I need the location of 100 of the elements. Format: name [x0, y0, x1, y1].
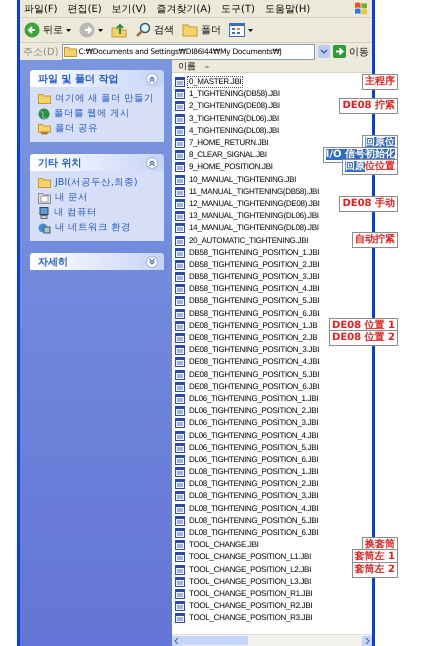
file-name[interactable]: 13_MANUAL_TIGHTENING(DL06).JBI — [187, 210, 321, 222]
file-name[interactable]: DB58_TIGHTENING_POSITION_2.JBI — [187, 258, 322, 271]
annotation-label: 自动拧紧 — [352, 232, 398, 248]
file-name[interactable]: DE08_TIGHTENING_POSITION_3.JBI — [187, 344, 322, 356]
up-button[interactable] — [111, 22, 127, 38]
shared-folder-icon — [38, 122, 51, 134]
file-icon — [175, 101, 185, 112]
computer-icon — [38, 206, 50, 218]
file-name[interactable]: 12_MANUAL_TIGHTENING(DE08).JBI — [187, 198, 322, 210]
annotation-label: 回原位位置 — [342, 159, 398, 176]
file-name[interactable]: 8_CLEAR_SIGNAL.JBI — [187, 149, 269, 162]
search-button[interactable]: 검색 — [135, 22, 174, 38]
file-name[interactable]: DL06_TIGHTENING_POSITION_2.JBI — [187, 405, 320, 418]
folder-up-icon — [111, 22, 127, 38]
file-name[interactable]: 10_MANUAL_TIGHTENING.JBI — [187, 174, 298, 186]
file-name[interactable]: DL06_TIGHTENING_POSITION_3.JBI — [187, 417, 320, 430]
column-header[interactable]: 이름 — [172, 60, 372, 73]
file-icon — [175, 564, 185, 575]
file-name[interactable]: 0_MASTER.JBI — [187, 76, 244, 88]
folders-button[interactable]: 폴더 — [182, 23, 221, 37]
file-name[interactable]: DL06_TIGHTENING_POSITION_4.JBI — [187, 430, 320, 442]
file-name[interactable]: 14_MANUAL_TIGHTENING(DL08).JBI — [187, 222, 321, 234]
back-button[interactable]: 뒤로 — [24, 22, 71, 38]
file-name[interactable]: DL08_TIGHTENING_POSITION_6.JBI — [187, 527, 320, 540]
menu-item[interactable]: 도움말(H) — [264, 2, 310, 16]
file-name[interactable]: 9_HOME_POSITION.JBI — [187, 161, 275, 174]
menu-item[interactable]: 보기(V) — [112, 2, 146, 16]
dropdown-caret-icon — [66, 28, 71, 32]
task-link[interactable]: 내 문서 — [38, 191, 158, 204]
task-link[interactable]: 폴더 공유 — [38, 122, 158, 135]
menu-item[interactable]: 편집(E) — [68, 2, 102, 16]
document-folder-icon — [38, 192, 51, 204]
horizontal-scrollbar[interactable] — [172, 634, 372, 646]
annotation-label: DE08 拧紧 — [339, 98, 398, 114]
collapse-icon[interactable] — [146, 156, 158, 168]
file-name[interactable]: TOOL_CHANGE.JBI — [187, 539, 261, 552]
scroll-left-icon[interactable] — [172, 636, 182, 646]
file-name[interactable]: TOOL_CHANGE_POSITION_R3.JBI — [187, 612, 314, 624]
file-name[interactable]: TOOL_CHANGE_POSITION_R1.JBI — [187, 588, 314, 600]
file-name[interactable]: TOOL_CHANGE_POSITION_L1.JBI — [187, 551, 314, 564]
file-name[interactable]: DL06_TIGHTENING_POSITION_5.JBI — [187, 442, 320, 454]
panel-header[interactable]: 자세히 — [30, 253, 164, 270]
file-name[interactable]: DB58_TIGHTENING_POSITION_3.JBI — [187, 271, 322, 284]
file-name[interactable]: 11_MANUAL_TIGHTENING(DB58).JBI — [187, 186, 321, 198]
file-icon — [175, 454, 185, 465]
file-name[interactable]: DE08_TIGHTENING_POSITION_5.JBI — [187, 368, 322, 381]
collapse-icon[interactable] — [146, 72, 158, 84]
file-name[interactable]: 4_TIGHTENING(DL08).JBI — [187, 124, 281, 137]
file-name[interactable]: DL08_TIGHTENING_POSITION_5.JBI — [187, 514, 320, 527]
file-name[interactable]: TOOL_CHANGE_POSITION_L3.JBI — [187, 576, 314, 588]
task-link[interactable]: 여기에 새 폴더 만들기 — [38, 92, 158, 105]
file-icon — [175, 162, 185, 172]
panel-header[interactable]: 파일 및 폴더 작업 — [30, 70, 164, 87]
file-icon — [175, 223, 185, 234]
expand-icon[interactable] — [146, 256, 158, 268]
task-link[interactable]: 내 컴퓨터 — [38, 206, 158, 219]
forward-button[interactable] — [79, 22, 103, 38]
file-name[interactable]: DB58_TIGHTENING_POSITION_5.JBI — [187, 295, 322, 308]
file-name[interactable]: DL08_TIGHTENING_POSITION_3.JBI — [187, 490, 320, 502]
file-icon — [175, 138, 185, 148]
file-name[interactable]: DE08_TIGHTENING_POSITION_2.JB — [187, 332, 320, 344]
views-button[interactable] — [229, 23, 253, 37]
dropdown-icon[interactable] — [318, 45, 330, 58]
file-icon — [175, 601, 185, 612]
annotation-label: DE08 位置 2 — [329, 330, 398, 346]
go-button[interactable]: 이동 — [333, 44, 369, 58]
file-name[interactable]: TOOL_CHANGE_POSITION_R2.JBI — [187, 600, 314, 612]
file-name[interactable]: 2_TIGHTENING(DE08).JBI — [187, 100, 282, 112]
file-icon — [175, 479, 185, 490]
scroll-right-icon[interactable] — [362, 636, 372, 646]
scroll-thumb[interactable] — [182, 636, 248, 645]
file-name[interactable]: DL08_TIGHTENING_POSITION_1.JBI — [187, 466, 320, 478]
task-link[interactable]: JBI(서공두산,최종) — [38, 176, 158, 189]
file-icon — [175, 491, 185, 502]
task-link[interactable]: 폴더를 웹에 게시 — [38, 107, 158, 120]
file-icon — [175, 126, 185, 136]
file-name[interactable]: 7_HOME_RETURN.JBI — [187, 137, 270, 150]
file-name[interactable]: DL08_TIGHTENING_POSITION_4.JBI — [187, 502, 320, 515]
file-name[interactable]: DE08_TIGHTENING_POSITION_1.JB — [187, 320, 320, 332]
file-icon — [175, 394, 185, 404]
file-name[interactable]: DE08_TIGHTENING_POSITION_6.JBI — [187, 380, 322, 393]
file-name[interactable]: TOOL_CHANGE_POSITION_L2.JBI — [187, 564, 314, 576]
file-name[interactable]: 3_TIGHTENING(DL06).JBI — [187, 112, 281, 125]
menu-item[interactable]: 도구(T) — [221, 2, 255, 16]
file-name[interactable]: 1_TIGHTENING(DB58).JBI — [187, 88, 282, 100]
file-name[interactable]: DB58_TIGHTENING_POSITION_4.JBI — [187, 283, 322, 296]
file-icon — [175, 174, 185, 185]
file-name[interactable]: DB58_TIGHTENING_POSITION_6.JBI — [187, 308, 322, 320]
file-name[interactable]: 20_AUTOMATIC_TIGHTENING.JBI — [187, 234, 310, 247]
panel-header[interactable]: 기타 위치 — [30, 154, 164, 171]
menu-item[interactable]: 파일(F) — [24, 2, 58, 16]
menu-item[interactable]: 즐겨찾기(A) — [156, 2, 211, 16]
file-icon — [175, 248, 185, 258]
file-name[interactable]: DE08_TIGHTENING_POSITION_4.JBI — [187, 356, 322, 368]
file-icon — [175, 516, 185, 526]
file-name[interactable]: DL06_TIGHTENING_POSITION_1.JBI — [187, 392, 320, 405]
file-name[interactable]: DL08_TIGHTENING_POSITION_2.JBI — [187, 478, 320, 490]
task-link[interactable]: 내 네트워크 환경 — [38, 221, 158, 234]
file-name[interactable]: DL06_TIGHTENING_POSITION_6.JBI — [187, 454, 320, 466]
file-name[interactable]: DB58_TIGHTENING_POSITION_1.JBI — [187, 246, 322, 259]
